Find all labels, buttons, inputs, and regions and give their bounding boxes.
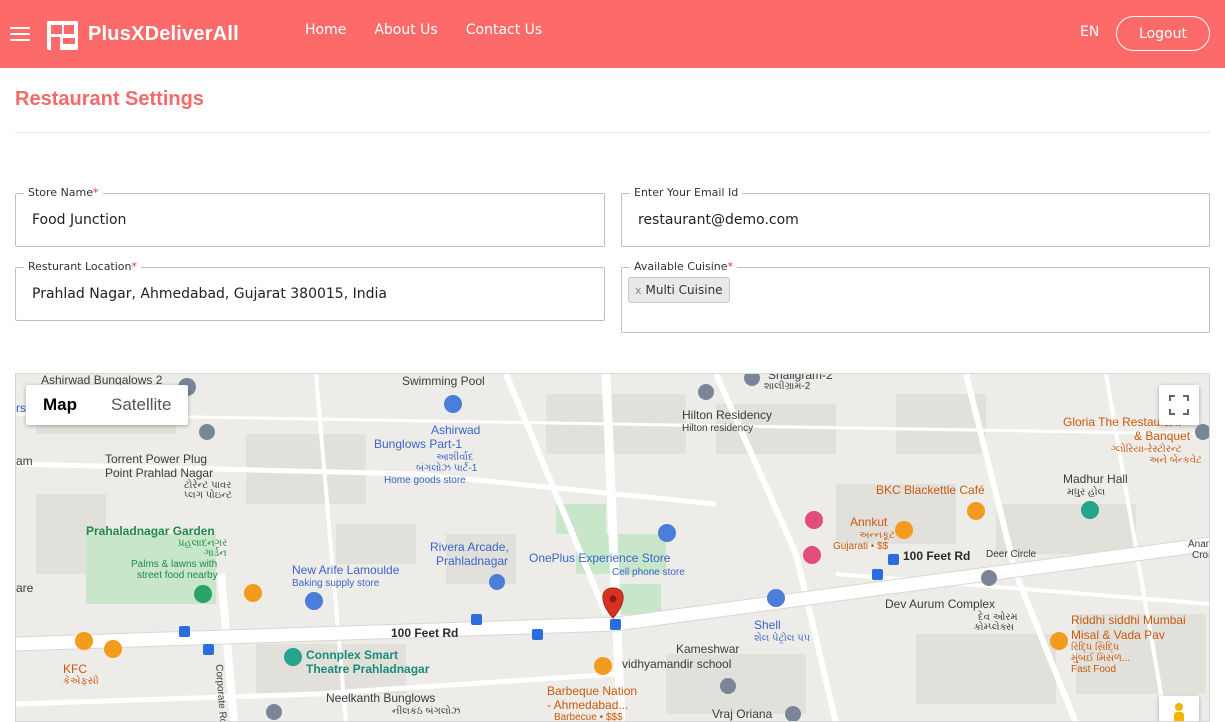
store-name-label: Store Name* bbox=[24, 186, 103, 200]
email-value: restaurant@demo.com bbox=[638, 212, 799, 228]
map-label-gloria-gu-b: અને બેન્કવેટ bbox=[1149, 455, 1202, 466]
map-label-ashirwad-part1-b: Bunglows Part-1 bbox=[374, 437, 463, 451]
map-label-vraj: Vraj Oriana bbox=[712, 707, 773, 721]
map-label-riddhi-gu-a: રિદ્ધિ સિદ્ધિ bbox=[1071, 642, 1120, 653]
brand-name: PlusXDeliverAll bbox=[88, 22, 239, 45]
map-label-swimming-pool: Swimming Pool bbox=[402, 374, 485, 388]
store-name-value: Food Junction bbox=[32, 212, 127, 228]
map-label-kameshwar-a: Kameshwar bbox=[676, 642, 740, 656]
map-label-bkc: BKC Blackettle Café bbox=[876, 483, 985, 497]
map-label-hilton-b: Hilton residency bbox=[682, 423, 754, 434]
map-label-riddhi-b: Misal & Vada Pav bbox=[1071, 628, 1165, 642]
main-nav: Home About Us Contact Us bbox=[305, 22, 570, 38]
cuisine-chip-label: Multi Cuisine bbox=[645, 283, 723, 297]
title-divider bbox=[15, 132, 1210, 133]
store-logo-icon bbox=[45, 17, 80, 52]
map-label-edge-are: are bbox=[16, 581, 34, 595]
map-label-ashirwad-gu-b: બંગલોઝ પાર્ટ-1 bbox=[416, 463, 478, 474]
map-label-riddhi-a: Riddhi siddhi Mumbai bbox=[1071, 613, 1186, 627]
map-label-shell-gu: શેલ પેટ્રોલ પંપ bbox=[754, 633, 811, 644]
map-label-connplex-a: Connplex Smart bbox=[306, 648, 399, 662]
logout-button[interactable]: Logout bbox=[1116, 16, 1210, 51]
map-label-madhur-a: Madhur Hall bbox=[1063, 472, 1128, 486]
map-label-ashirwad-gu-a: આશીર્વાદ bbox=[436, 452, 474, 463]
map-label-annkut-sub: Gujarati • $$ bbox=[833, 541, 889, 552]
map-label-annkut: Annkut bbox=[850, 515, 888, 529]
map-label-garden-sub-b: street food nearby bbox=[137, 570, 218, 581]
map-label-rivera-b: Prahladnagar bbox=[436, 554, 509, 568]
map-label-gloria-gu-a: ગ્લોરિયા-રેસ્ટોરન્ટ bbox=[1111, 444, 1182, 455]
fullscreen-button[interactable] bbox=[1159, 385, 1199, 425]
map-label-riddhi-gu-b: મુંબઈ મિસળ... bbox=[1071, 653, 1131, 664]
map-label-connplex-b: Theatre Prahladnagar bbox=[306, 662, 430, 676]
map-label-shell: Shell bbox=[754, 618, 781, 632]
cuisine-chip[interactable]: x Multi Cuisine bbox=[628, 277, 730, 303]
map-label-ashirwad-part1: Ashirwad bbox=[431, 423, 481, 437]
language-selector[interactable]: EN bbox=[1080, 24, 1099, 40]
store-name-field[interactable]: Store Name* Food Junction bbox=[15, 186, 605, 247]
map-label-oneplus: OnePlus Experience Store bbox=[529, 551, 671, 565]
nav-contact-us[interactable]: Contact Us bbox=[466, 22, 542, 38]
email-field[interactable]: Enter Your Email Id restaurant@demo.com bbox=[621, 186, 1210, 247]
brand-logo[interactable]: PlusXDeliverAll bbox=[45, 16, 239, 52]
map-label-dev-aurum-gu-b: કોમ્પ્લેક્સ bbox=[974, 622, 1014, 633]
map-label-rivera-a: Rivera Arcade, bbox=[430, 540, 509, 554]
map-label-arife: New Arife Lamoulde bbox=[292, 563, 400, 577]
cuisine-field[interactable]: Available Cuisine* x Multi Cuisine bbox=[621, 260, 1210, 333]
map-label-hilton-a: Hilton Residency bbox=[682, 408, 773, 422]
map-label-gloria-b: & Banquet bbox=[1134, 429, 1191, 443]
map-label-riddhi-sub: Fast Food bbox=[1071, 664, 1117, 675]
location-value: Prahlad Nagar, Ahmedabad, Gujarat 380015… bbox=[32, 286, 387, 302]
map-label-barbeque-a: Barbeque Nation bbox=[547, 684, 638, 698]
map-label-edge-am: am bbox=[16, 454, 33, 468]
map-label-torrent-gu-b: પ્લગ પોઇન્ટ bbox=[184, 490, 233, 501]
hamburger-menu-icon[interactable] bbox=[10, 26, 30, 42]
page-title: Restaurant Settings bbox=[15, 88, 204, 110]
map-label-torrent-a: Torrent Power Plug bbox=[105, 452, 208, 466]
map-label-barbeque-b: - Ahmedabad... bbox=[547, 698, 629, 712]
map-label-shaligram-gu: શાલીગ્રામ-2 bbox=[764, 381, 811, 392]
map-type-map-button[interactable]: Map bbox=[26, 385, 94, 425]
map-label-100ft-rd-right: 100 Feet Rd bbox=[903, 549, 971, 563]
map-label-kfc-gu: કેએફસી bbox=[63, 676, 99, 687]
map-label-deer-circle: Deer Circle bbox=[986, 549, 1037, 560]
map-label-100ft-rd-left: 100 Feet Rd bbox=[391, 626, 459, 640]
map-label-garden-sub-a: Palms & lawns with bbox=[131, 559, 218, 570]
street-view-button[interactable] bbox=[1159, 696, 1199, 721]
pegman-icon bbox=[1174, 703, 1184, 721]
nav-about-us[interactable]: About Us bbox=[374, 22, 437, 38]
fullscreen-icon bbox=[1169, 395, 1189, 415]
map-label-dev-aurum: Dev Aurum Complex bbox=[885, 597, 996, 611]
map-label-anand-a: Anan bbox=[1188, 539, 1210, 550]
nav-home[interactable]: Home bbox=[305, 22, 346, 38]
cuisine-label: Available Cuisine* bbox=[630, 260, 738, 274]
location-field[interactable]: Resturant Location* Prahlad Nagar, Ahmed… bbox=[15, 260, 605, 321]
map-label-neelkanth: Neelkanth Bunglows bbox=[326, 691, 436, 705]
map-label-home-goods: Home goods store bbox=[384, 475, 466, 486]
location-map[interactable]: Ashirwad Bungalows 2 Swimming Pool rs As… bbox=[15, 373, 1210, 722]
map-type-satellite-button[interactable]: Satellite bbox=[94, 385, 188, 425]
map-label-madhur-b: મધુર હોલ bbox=[1067, 487, 1106, 498]
map-label-annkut-gu: અન્નકૂટ bbox=[859, 530, 895, 541]
email-label: Enter Your Email Id bbox=[630, 186, 743, 200]
map-label-garden: Prahaladnagar Garden bbox=[86, 524, 215, 538]
map-label-barbeque-sub: Barbecue • $$$ bbox=[554, 712, 623, 722]
map-label-edge-rs: rs bbox=[16, 401, 26, 415]
map-label-oneplus-sub: Cell phone store bbox=[612, 567, 685, 578]
map-label-anand-b: Cros bbox=[1192, 550, 1209, 561]
map-label-torrent-b: Point Prahlad Nagar bbox=[105, 466, 214, 480]
map-label-garden-gu-b: ગાર્ડન bbox=[204, 548, 227, 559]
top-navbar: PlusXDeliverAll Home About Us Contact Us… bbox=[0, 0, 1225, 68]
map-label-kfc: KFC bbox=[63, 662, 87, 676]
map-label-neelkanth-gu: નીલકંઠ બંગલોઝ bbox=[392, 706, 461, 717]
map-label-arife-sub: Baking supply store bbox=[292, 578, 380, 589]
map-type-toggle: Map Satellite bbox=[26, 385, 189, 425]
chip-remove-icon[interactable]: x bbox=[635, 284, 642, 297]
map-label-kameshwar-b: vidhyamandir school bbox=[622, 657, 732, 671]
location-label: Resturant Location* bbox=[24, 260, 142, 274]
